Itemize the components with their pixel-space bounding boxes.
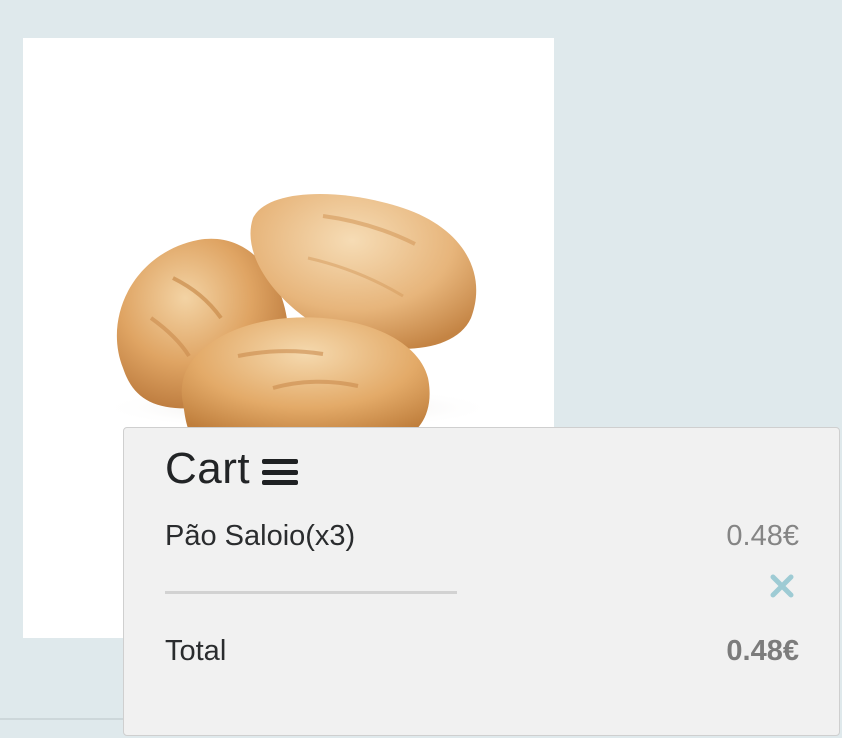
- cart-item-price: 0.48€: [726, 520, 799, 552]
- cart-divider: [165, 591, 457, 594]
- total-label: Total: [165, 635, 227, 667]
- cart-header: Cart: [165, 444, 299, 494]
- close-x-icon[interactable]: [767, 571, 797, 601]
- cart-item-name: Pão Saloio(x3): [165, 520, 356, 552]
- page-divider-line: [0, 718, 126, 720]
- total-value: 0.48€: [726, 635, 799, 667]
- cart-title: Cart: [165, 444, 251, 493]
- cart-panel: Cart Pão Saloio(x3) 0.48€ Total 0.48€: [123, 427, 840, 736]
- hamburger-menu-icon[interactable]: [262, 459, 299, 485]
